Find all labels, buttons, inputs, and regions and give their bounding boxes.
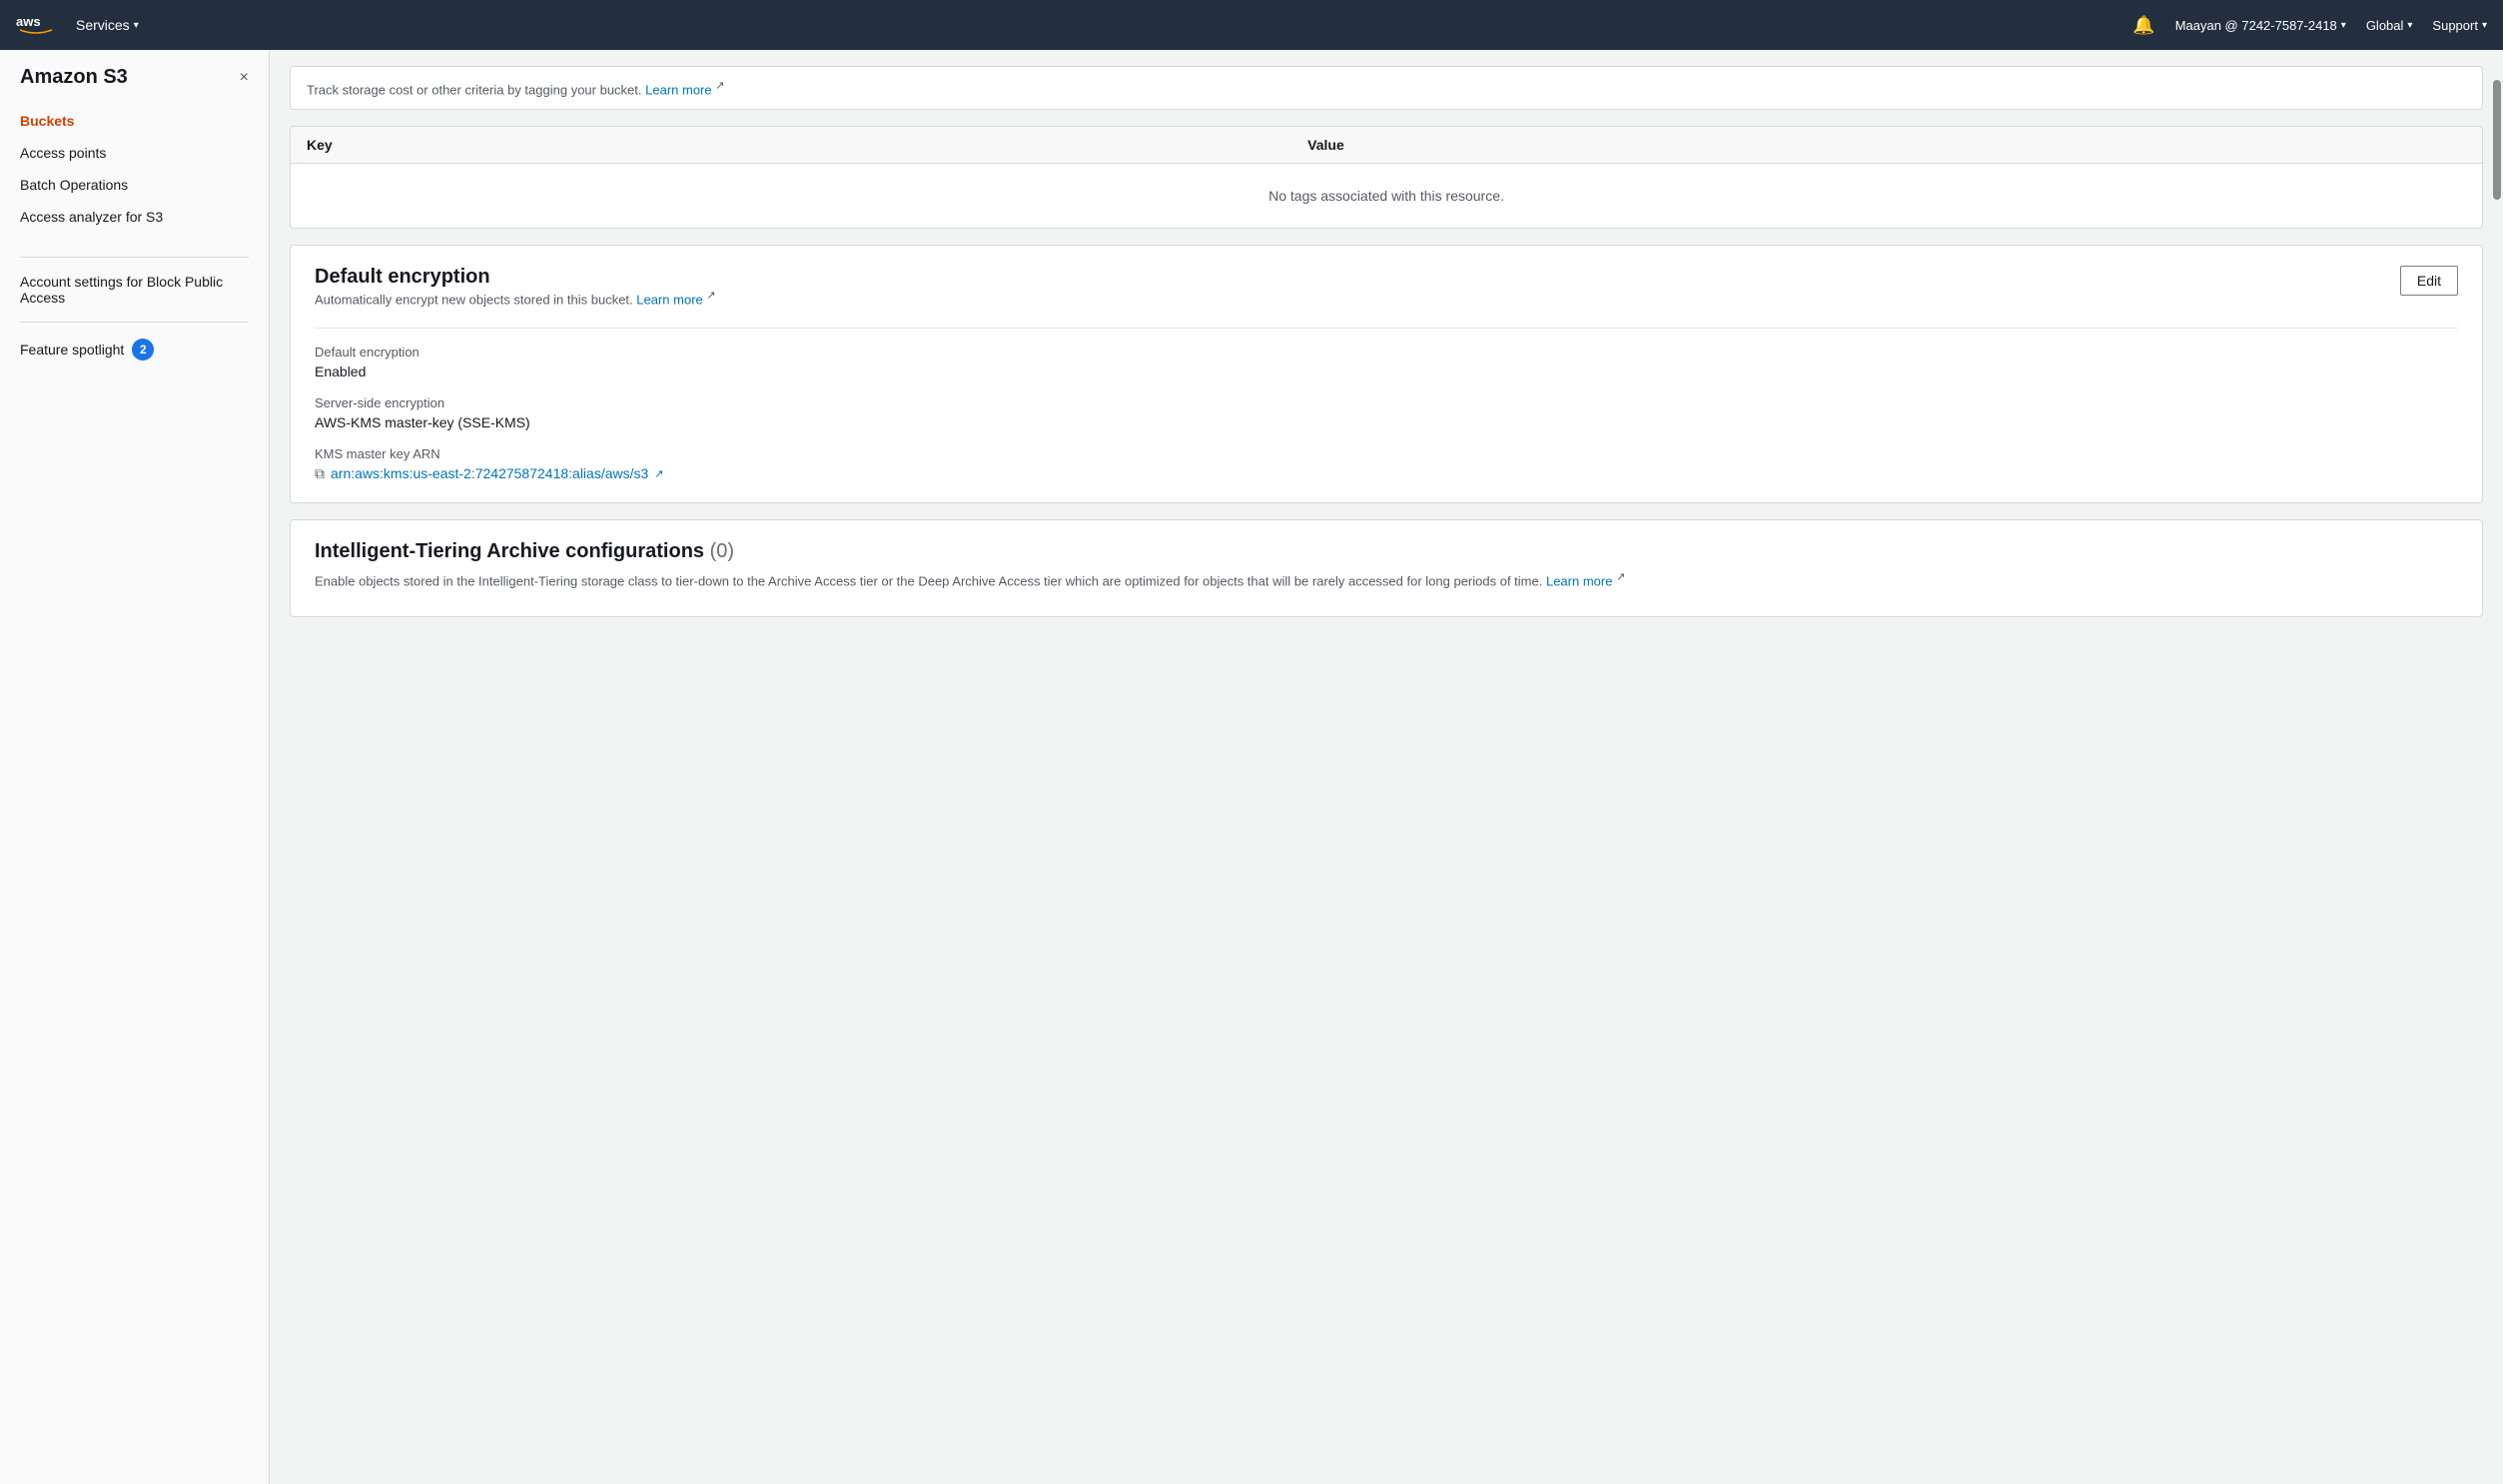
kms-arn-text: arn:aws:kms:us-east-2:724275872418:alias…	[331, 465, 648, 481]
sse-value: AWS-KMS master-key (SSE-KMS)	[315, 414, 2458, 430]
feature-spotlight-label: Feature spotlight	[20, 342, 124, 358]
sidebar-title: Amazon S3	[20, 66, 128, 89]
tags-value-header: Value	[1291, 127, 2482, 164]
kms-arn-value: ⧉ arn:aws:kms:us-east-2:724275872418:ali…	[315, 465, 2458, 482]
card-title-section: Default encryption Automatically encrypt…	[315, 266, 716, 311]
support-chevron-icon: ▾	[2482, 20, 2487, 31]
services-chevron-icon: ▾	[134, 20, 139, 31]
aws-logo[interactable]: aws	[16, 13, 56, 37]
tiering-card-header: Intelligent-Tiering Archive configuratio…	[315, 540, 2458, 591]
default-encryption-card: Default encryption Automatically encrypt…	[290, 245, 2483, 502]
encryption-card-title: Default encryption	[315, 266, 716, 289]
tags-empty-message: No tags associated with this resource.	[291, 164, 2482, 229]
feature-spotlight-badge: 2	[132, 339, 154, 361]
global-menu[interactable]: Global ▾	[2366, 18, 2413, 33]
sidebar-header: Amazon S3 ×	[0, 66, 269, 105]
svg-text:aws: aws	[16, 14, 41, 29]
main-content: Track storage cost or other criteria by …	[270, 50, 2503, 1484]
tiering-count: (0)	[710, 540, 734, 562]
tags-table: Key Value No tags associated with this r…	[291, 127, 2482, 228]
support-label: Support	[2432, 18, 2478, 33]
encryption-learn-more-link[interactable]: Learn more	[636, 293, 702, 308]
scrollbar-thumb[interactable]	[2493, 80, 2501, 200]
notifications-bell-icon[interactable]: 🔔	[2132, 15, 2154, 36]
tags-section: Key Value No tags associated with this r…	[290, 126, 2483, 229]
encryption-external-icon: ↗	[706, 290, 715, 302]
sidebar-close-button[interactable]: ×	[240, 70, 249, 86]
scrollbar-track[interactable]	[2491, 0, 2503, 1484]
services-menu[interactable]: Services ▾	[76, 17, 139, 33]
tiering-external-icon: ↗	[1616, 571, 1625, 583]
kms-arn-link[interactable]: ⧉ arn:aws:kms:us-east-2:724275872418:ali…	[315, 465, 2458, 482]
sidebar-item-feature-spotlight[interactable]: Feature spotlight 2	[0, 331, 269, 369]
intelligent-tiering-card: Intelligent-Tiering Archive configuratio…	[290, 519, 2483, 618]
sidebar-item-account-settings[interactable]: Account settings for Block Public Access	[0, 266, 269, 314]
tags-external-link-icon: ↗	[715, 80, 724, 92]
tags-learn-more-link[interactable]: Learn more	[645, 82, 711, 97]
default-encryption-label: Default encryption	[315, 345, 2458, 360]
sidebar-divider-1	[20, 257, 249, 258]
support-menu[interactable]: Support ▾	[2432, 18, 2487, 33]
tiering-description: Enable objects stored in the Intelligent…	[315, 569, 1625, 591]
sidebar: Amazon S3 × Buckets Access points Batch …	[0, 50, 270, 1484]
sidebar-item-access-points[interactable]: Access points	[0, 137, 269, 169]
tiering-title-section: Intelligent-Tiering Archive configuratio…	[315, 540, 1625, 591]
tiering-card-title: Intelligent-Tiering Archive configuratio…	[315, 540, 1625, 563]
sidebar-navigation: Buckets Access points Batch Operations A…	[0, 105, 269, 249]
kms-external-icon: ↗	[654, 467, 663, 480]
card-header: Default encryption Automatically encrypt…	[315, 266, 2458, 311]
encryption-card-divider	[315, 328, 2458, 329]
user-chevron-icon: ▾	[2341, 20, 2346, 31]
encryption-card-subtitle: Automatically encrypt new objects stored…	[315, 289, 716, 307]
sse-label: Server-side encryption	[315, 395, 2458, 410]
global-chevron-icon: ▾	[2407, 20, 2412, 31]
sidebar-item-batch-operations[interactable]: Batch Operations	[0, 169, 269, 201]
encryption-edit-button[interactable]: Edit	[2400, 266, 2458, 296]
sidebar-divider-2	[20, 322, 249, 323]
copy-icon: ⧉	[315, 465, 325, 482]
sidebar-item-access-analyzer[interactable]: Access analyzer for S3	[0, 201, 269, 233]
services-label: Services	[76, 17, 130, 33]
kms-arn-label: KMS master key ARN	[315, 446, 2458, 461]
tags-key-header: Key	[291, 127, 1291, 164]
user-menu[interactable]: Maayan @ 7242-7587-2418 ▾	[2175, 18, 2346, 33]
default-encryption-value: Enabled	[315, 364, 2458, 379]
user-label: Maayan @ 7242-7587-2418	[2175, 18, 2337, 33]
tags-notice-text: Track storage cost or other criteria by …	[307, 82, 642, 97]
top-navigation: aws Services ▾ 🔔 Maayan @ 7242-7587-2418…	[0, 0, 2503, 50]
aws-logo-svg: aws	[16, 13, 56, 37]
tags-notice: Track storage cost or other criteria by …	[290, 66, 2483, 110]
sidebar-item-buckets[interactable]: Buckets	[0, 105, 269, 137]
tiering-learn-more-link[interactable]: Learn more	[1546, 573, 1612, 588]
global-label: Global	[2366, 18, 2404, 33]
